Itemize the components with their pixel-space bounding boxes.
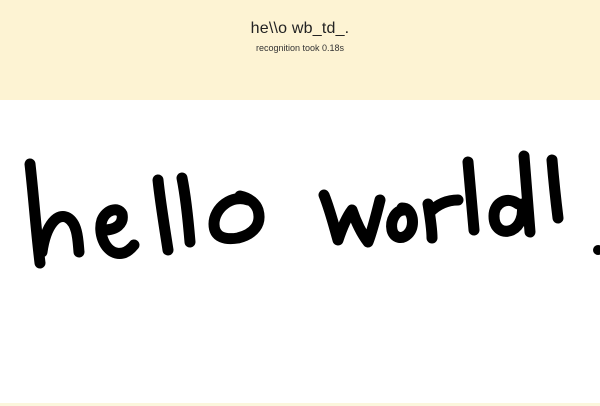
recognized-text: he\\o wb_td_.: [250, 20, 350, 37]
ink-stroke-l1: [152, 174, 174, 256]
ink-stroke-o1: [208, 190, 265, 245]
ink-stroke-d: [488, 150, 536, 238]
ink-stroke-exclamation-bar: [546, 154, 564, 224]
ink-stroke-exclamation-dot: [593, 245, 600, 255]
recognition-timing: recognition took 0.18s: [255, 43, 345, 53]
recognition-result-panel: he\\o wb_td_. recognition took 0.18s: [0, 0, 600, 100]
ink-stroke-l2: [176, 172, 196, 248]
ink-stroke-h: [24, 158, 85, 269]
ink-stroke-o2: [386, 202, 418, 243]
ink-stroke-r: [422, 194, 464, 244]
drawing-canvas[interactable]: [0, 100, 600, 403]
ink-stroke-w: [318, 189, 386, 248]
handwriting-ink: [24, 150, 600, 269]
ink-stroke-l3: [462, 156, 480, 236]
ink-stroke-e: [95, 204, 140, 259]
